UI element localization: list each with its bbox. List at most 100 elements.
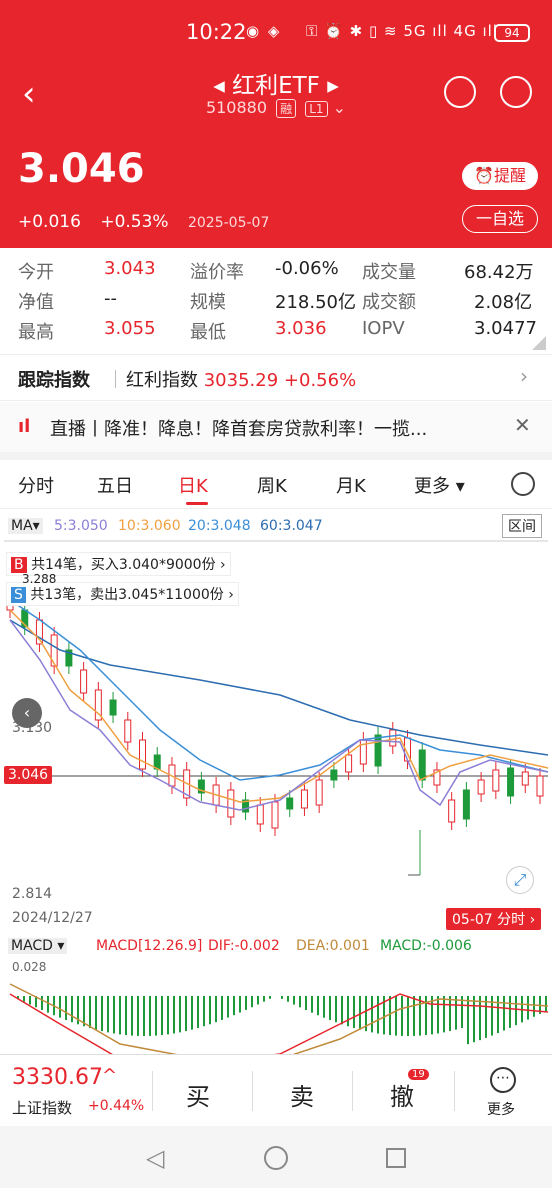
candle xyxy=(124,719,132,743)
chevron-down-icon: ⌄ xyxy=(332,98,347,117)
stock-header: ‹ ◂ 红利ETF ▸ 510880 融 L1 ⌄ 3.046 +0.016 +… xyxy=(0,64,552,248)
collapse-icon[interactable]: ‹ xyxy=(12,698,42,728)
macd-panel: MACD ▾ MACD[12.26.9] DIF:-0.002 DEA:0.00… xyxy=(0,934,552,1054)
stat-label: 最低 xyxy=(190,322,226,343)
remind-button[interactable]: ⏰提醒 xyxy=(462,162,538,190)
stats-grid: 今开 3.043 溢价率 -0.06% 成交量 68.42万 净值 -- 规模 … xyxy=(0,256,552,350)
more-icon[interactable]: ⋯ xyxy=(490,1067,516,1093)
high-price-label: 3.288 xyxy=(22,572,57,586)
index-name: 上证指数 xyxy=(12,1099,73,1117)
active-tab-indicator xyxy=(186,502,208,505)
stat-label: 规模 xyxy=(190,292,226,313)
chevron-right-icon: › xyxy=(520,364,528,388)
stat-label: 成交量 xyxy=(362,262,416,283)
tab-monthly-k[interactable]: 月K xyxy=(336,472,366,498)
change-value: +0.016 xyxy=(18,212,81,232)
macd-bars xyxy=(17,995,547,1045)
stat-value: 2.08亿 xyxy=(474,292,533,313)
news-text: 直播丨降准！降息！降首套房贷款利率！一揽... xyxy=(50,419,428,440)
range-button[interactable]: 区间 xyxy=(502,514,542,538)
live-icon: ıl xyxy=(18,416,31,437)
kline-chart[interactable]: B 共14笔，买入3.040*9000份 › S 共13笔，卖出3.045*11… xyxy=(0,540,552,940)
separator xyxy=(152,1071,153,1111)
watchlist-button[interactable]: 一自选 xyxy=(462,205,538,233)
level-tag: L1 xyxy=(305,101,328,117)
candle xyxy=(109,699,117,716)
candles xyxy=(6,592,544,836)
close-icon[interactable]: ✕ xyxy=(514,413,531,437)
current-price-tag: 3.046 xyxy=(4,766,53,784)
back-nav-icon[interactable]: ◁ xyxy=(146,1144,164,1172)
expand-corner-icon[interactable] xyxy=(532,336,546,350)
low-price-label: 2.814 xyxy=(12,886,53,902)
settings-icon[interactable] xyxy=(511,472,535,496)
current-price: 3.046 xyxy=(18,146,145,192)
index-price[interactable]: 3330.67 xyxy=(12,1065,103,1090)
tab-daily-k[interactable]: 日K xyxy=(178,472,208,498)
ma10-line xyxy=(9,609,549,803)
candle xyxy=(507,767,515,797)
change-percent: +0.53% xyxy=(100,212,169,232)
ma-name: MA xyxy=(11,518,33,534)
home-nav-icon[interactable] xyxy=(264,1146,288,1170)
candle xyxy=(286,797,294,810)
recents-nav-icon[interactable] xyxy=(386,1148,406,1168)
intraday-link-button[interactable]: 05-07 分时 › xyxy=(446,908,542,930)
tab-weekly-k[interactable]: 周K xyxy=(257,472,287,498)
price-change: +0.016 +0.53% 2025-05-07 xyxy=(18,212,269,232)
stat-value: 68.42万 xyxy=(464,262,534,283)
tracking-index-row[interactable]: 跟踪指数 红利指数 3035.29 +0.56% › xyxy=(0,356,552,400)
sell-button[interactable]: 卖 xyxy=(290,1077,314,1112)
start-date-label: 2024/12/27 xyxy=(12,910,93,926)
tab-more[interactable]: 更多 ▾ xyxy=(414,472,465,498)
news-banner[interactable]: ıl 直播丨降准！降息！降首套房贷款利率！一揽... ✕ xyxy=(0,402,552,452)
candle xyxy=(330,769,338,781)
stat-value: -0.06% xyxy=(275,258,339,279)
index-name: 红利指数 xyxy=(126,370,198,391)
separator xyxy=(454,1071,455,1111)
ma20-value: 20:3.048 xyxy=(188,518,251,534)
index-change: +0.44% xyxy=(88,1098,145,1114)
macd-svg xyxy=(9,983,549,1054)
ma-selector[interactable]: MA▾ xyxy=(8,518,43,534)
chevron-up-icon: ^ xyxy=(102,1065,118,1086)
stat-label: 溢价率 xyxy=(190,262,244,283)
stat-value: 3.055 xyxy=(104,318,156,339)
candle xyxy=(139,739,146,770)
ma5-line xyxy=(9,619,549,811)
clock: 10:22 xyxy=(186,20,247,44)
tab-five-day[interactable]: 五日 xyxy=(97,472,133,498)
cancel-badge: 19 xyxy=(408,1069,429,1080)
tracking-index: 红利指数 3035.29 +0.56% xyxy=(126,366,356,392)
section-gap xyxy=(0,452,552,460)
candle xyxy=(492,769,500,792)
candle xyxy=(374,734,382,767)
separator xyxy=(115,370,116,388)
stat-label: 最高 xyxy=(18,322,54,343)
divider xyxy=(0,508,552,509)
stat-label: 成交额 xyxy=(362,292,416,313)
stat-value: -- xyxy=(104,288,117,309)
cancel-button[interactable]: 撤 xyxy=(390,1077,414,1112)
stat-label: 净值 xyxy=(18,292,54,313)
tracking-label: 跟踪指数 xyxy=(18,370,90,391)
candle xyxy=(256,804,264,825)
index-pct: +0.56% xyxy=(283,370,357,391)
candle xyxy=(345,754,353,773)
candle xyxy=(521,771,529,786)
ma20-line xyxy=(9,599,549,781)
candle xyxy=(300,789,308,809)
ma60-value: 60:3.047 xyxy=(260,518,323,534)
refresh-icon[interactable] xyxy=(444,76,476,108)
divider xyxy=(0,400,552,401)
ma5-value: 5:3.050 xyxy=(54,518,108,534)
candle xyxy=(389,729,397,747)
buy-button[interactable]: 买 xyxy=(186,1077,210,1112)
candle xyxy=(271,801,279,829)
fullscreen-icon[interactable]: ⤢ xyxy=(506,866,534,894)
margin-tag: 融 xyxy=(276,99,297,118)
tab-intraday[interactable]: 分时 xyxy=(18,472,54,498)
chart-tabs: 分时 五日 日K 周K 月K 更多 ▾ xyxy=(0,462,552,508)
search-icon[interactable] xyxy=(500,76,532,108)
separator xyxy=(252,1071,253,1111)
